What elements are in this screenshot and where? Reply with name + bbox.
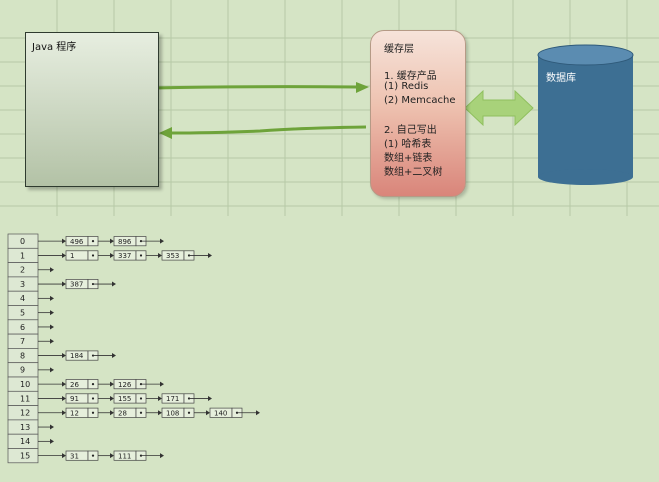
arrow-head-icon	[110, 381, 114, 387]
hash-index-label: 4	[20, 294, 25, 303]
arrow-head-icon	[62, 395, 66, 401]
hash-index-label: 5	[20, 309, 25, 318]
chain-node-label: 140	[214, 409, 227, 417]
arrow-head-icon	[62, 281, 66, 287]
arrow-head-icon	[50, 267, 54, 273]
chain-node-label: 353	[166, 252, 179, 260]
arrow-head-icon	[50, 424, 54, 430]
arrow-head-icon	[50, 324, 54, 330]
arrow-head-icon	[158, 395, 162, 401]
chain-node-label: 31	[70, 452, 79, 460]
pointer-dot-icon	[91, 383, 95, 386]
chain-node-label: 171	[166, 395, 179, 403]
arrow-head-icon	[62, 453, 66, 459]
arrow-head-icon	[158, 410, 162, 416]
arrow-head-icon	[208, 395, 212, 401]
pointer-dot-icon	[187, 411, 191, 414]
arrow-head-icon	[158, 252, 162, 258]
chain-node-label: 896	[118, 238, 132, 246]
arrow-head-icon	[112, 281, 116, 287]
chain-node-label: 26	[70, 381, 79, 389]
chain-node-label: 12	[70, 409, 79, 417]
chain-node-label: 496	[70, 238, 84, 246]
arrow-head-icon	[50, 367, 54, 373]
arrow-head-icon	[256, 410, 260, 416]
arrow-head-icon	[160, 453, 164, 459]
arrow-head-icon	[110, 453, 114, 459]
hash-index-label: 13	[20, 423, 30, 432]
chain-node-label: 126	[118, 381, 132, 389]
arrow-head-icon	[50, 295, 54, 301]
hash-index-label: 10	[20, 380, 30, 389]
hash-index-label: 7	[20, 337, 25, 346]
arrow-head-icon	[112, 353, 116, 359]
pointer-dot-icon	[91, 454, 95, 457]
hash-index-label: 6	[20, 323, 25, 332]
arrow-head-icon	[110, 238, 114, 244]
hash-index-label: 1	[20, 251, 25, 260]
arrow-head-icon	[62, 252, 66, 258]
chain-node-label: 387	[70, 281, 83, 289]
pointer-dot-icon	[139, 397, 143, 400]
pointer-dot-icon	[139, 254, 143, 257]
arrow-head-icon	[62, 353, 66, 359]
arrow-head-icon	[50, 310, 54, 316]
chain-node-label: 91	[70, 395, 79, 403]
hash-index-label: 0	[20, 237, 25, 246]
chain-node-label: 155	[118, 395, 131, 403]
arrow-head-icon	[110, 252, 114, 258]
hash-index-label: 3	[20, 280, 25, 289]
arrow-head-icon	[206, 410, 210, 416]
chain-node-label: 111	[118, 452, 131, 460]
chain-node-label: 184	[70, 352, 84, 360]
arrow-head-icon	[160, 238, 164, 244]
pointer-dot-icon	[91, 397, 95, 400]
arrow-head-icon	[50, 438, 54, 444]
arrow-head-icon	[110, 410, 114, 416]
pointer-dot-icon	[91, 240, 95, 243]
chain-node-label: 337	[118, 252, 131, 260]
arrow-head-icon	[50, 338, 54, 344]
hash-table-diagram: 0 496 8961 1 337 35323 38745678 184910 26 12611 91…	[7, 233, 260, 464]
arrow-head-icon	[62, 410, 66, 416]
hash-index-label: 2	[20, 266, 25, 275]
arrow-head-icon	[208, 252, 212, 258]
hash-index-label: 15	[20, 452, 30, 461]
hash-index-label: 14	[20, 437, 30, 446]
chain-node-label: 108	[166, 409, 179, 417]
hash-index-label: 11	[20, 394, 30, 403]
pointer-dot-icon	[91, 411, 95, 414]
arrow-head-icon	[110, 395, 114, 401]
pointer-dot-icon	[139, 411, 143, 414]
pointer-dot-icon	[91, 254, 95, 257]
chain-node-label: 28	[118, 409, 127, 417]
hash-index-label: 12	[20, 409, 30, 418]
arrow-head-icon	[62, 381, 66, 387]
arrow-head-icon	[62, 238, 66, 244]
arrow-head-icon	[160, 381, 164, 387]
chain-node-label: 1	[70, 252, 74, 260]
hash-index-label: 9	[20, 366, 25, 375]
hash-index-label: 8	[20, 351, 25, 360]
